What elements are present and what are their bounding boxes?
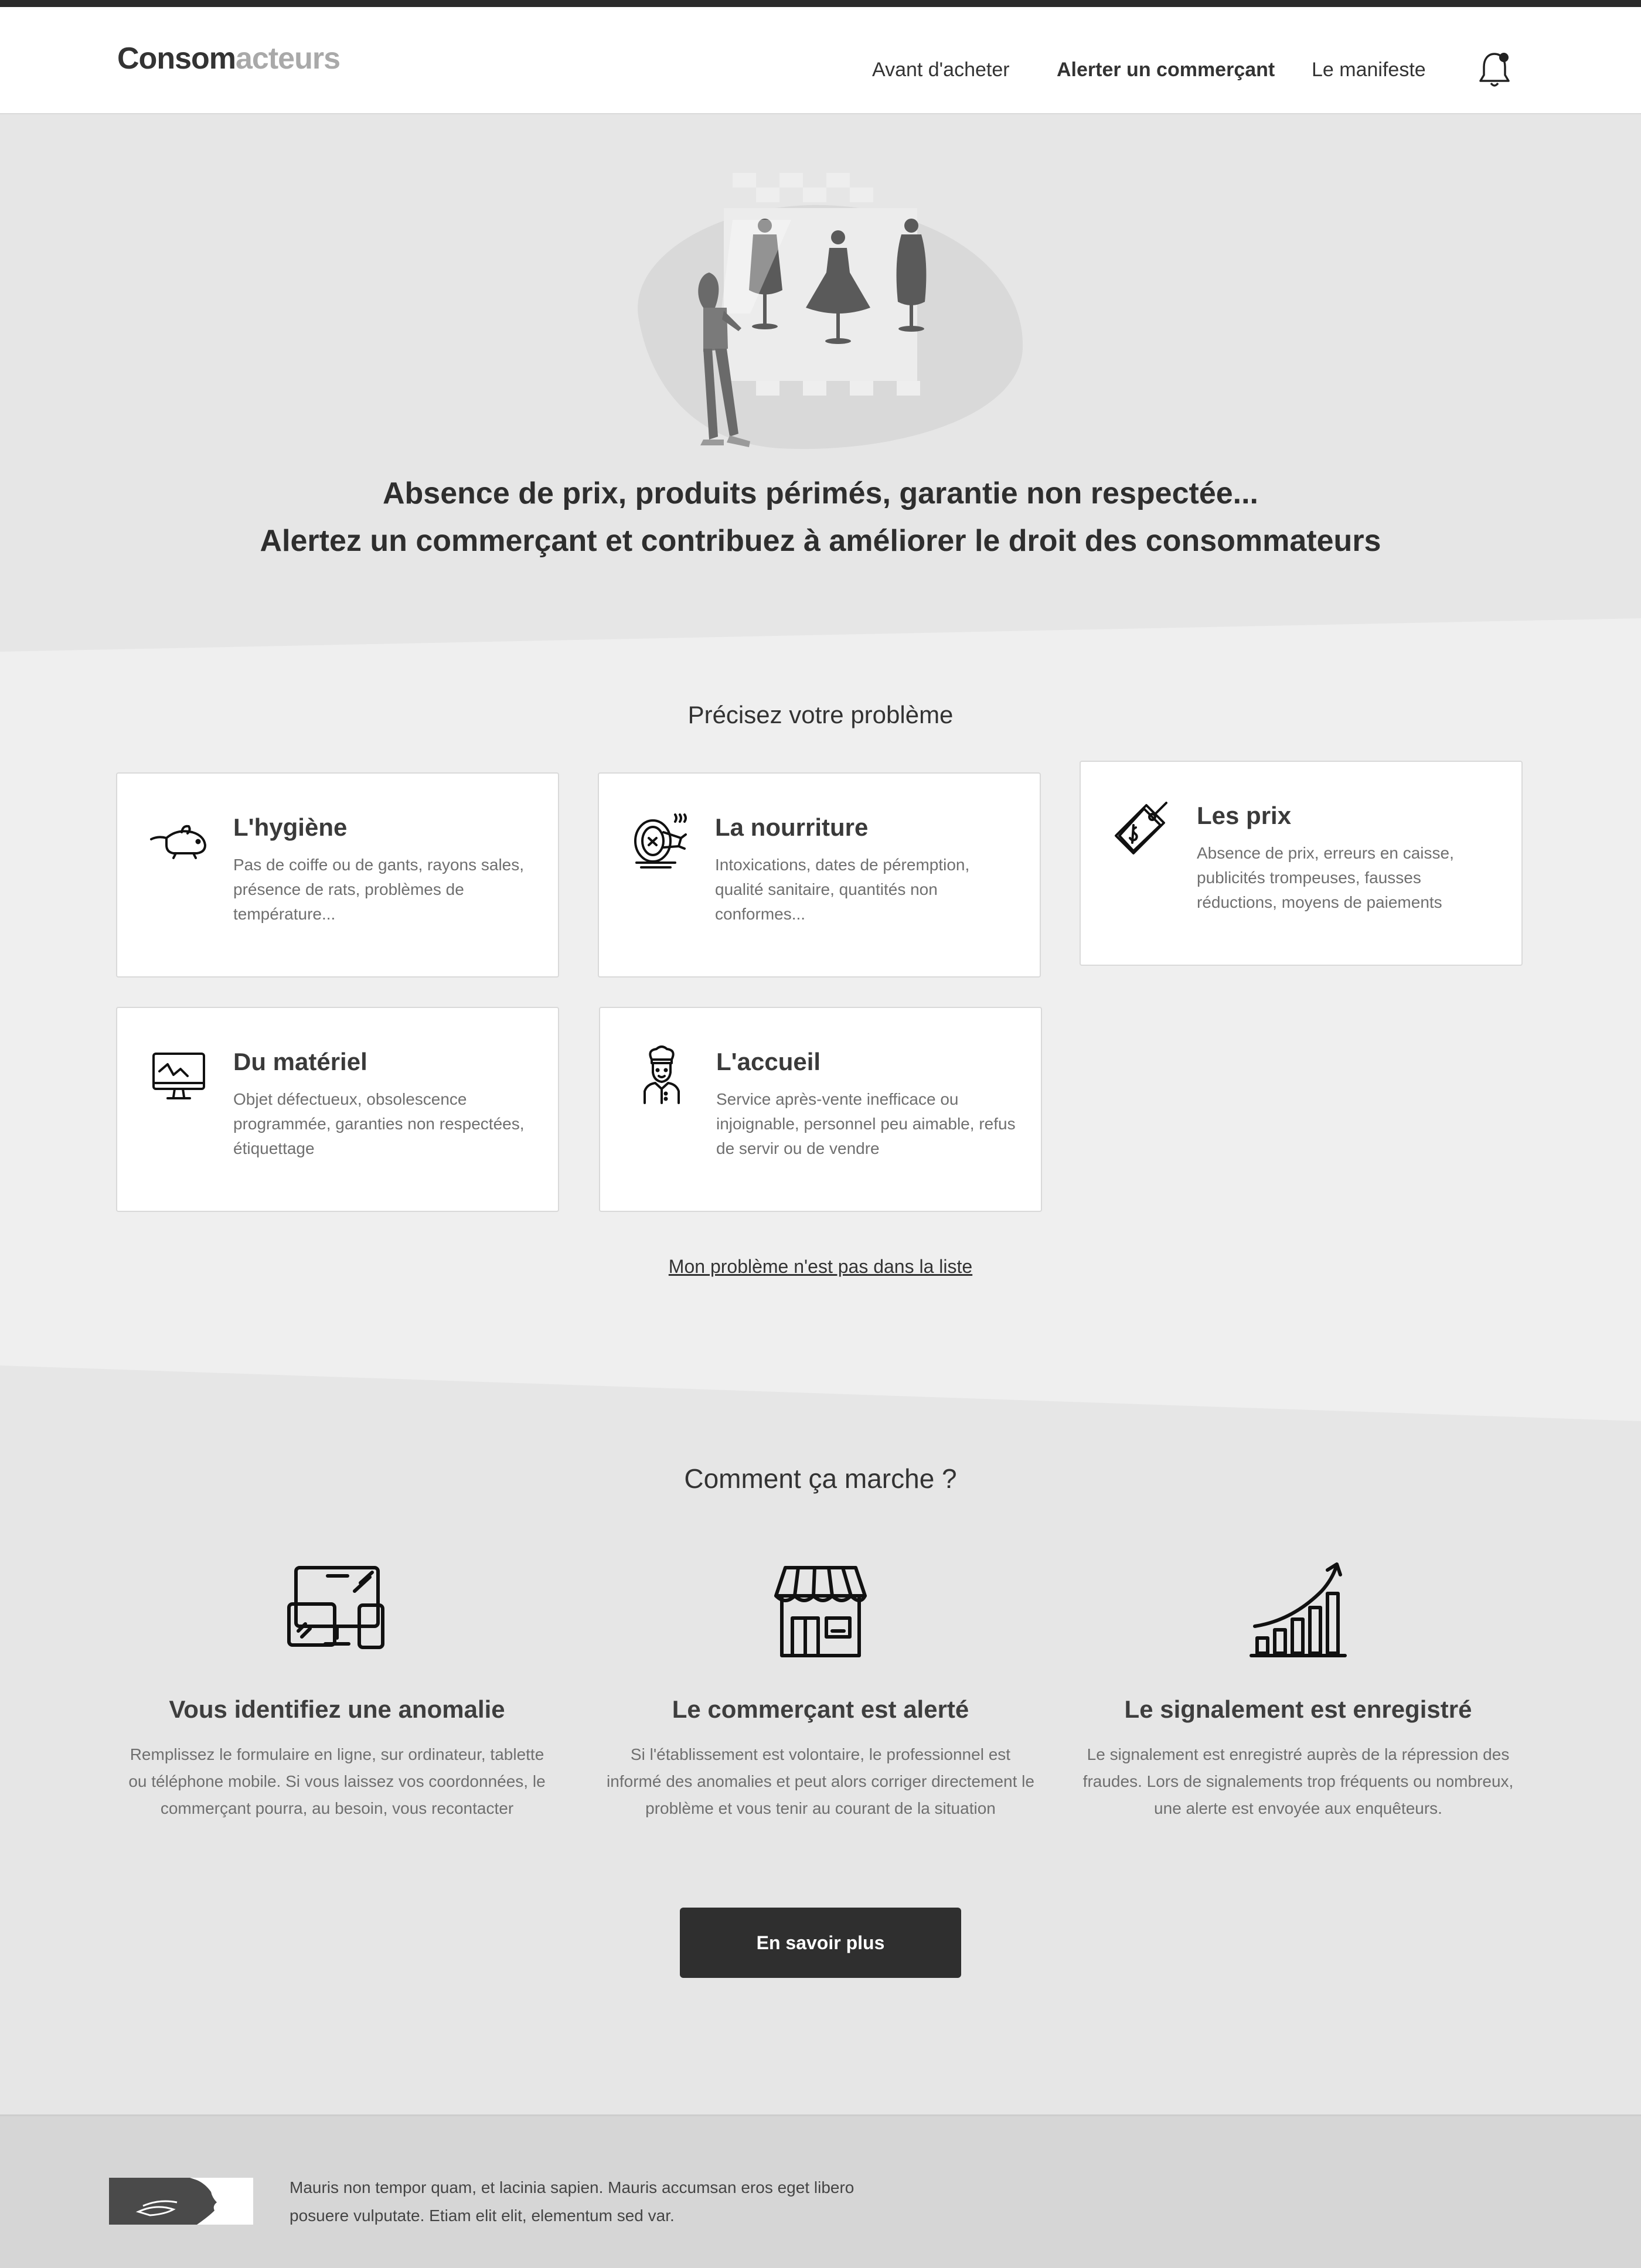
problem-card-nourriture[interactable]: La nourriture Intoxications, dates de pé…: [598, 772, 1041, 978]
problem-not-listed-link[interactable]: Mon problème n'est pas dans la liste: [0, 1256, 1641, 1278]
top-strip: [0, 0, 1641, 7]
how-it-works-title: Comment ça marche ?: [684, 1463, 957, 1494]
card-title: La nourriture: [715, 813, 869, 841]
problem-card-accueil[interactable]: L'accueil Service après-vente inefficace…: [599, 1007, 1042, 1212]
rat-icon: [150, 825, 206, 859]
monitor-icon: [152, 1053, 205, 1099]
step-merchant-alerted: Le commerçant est alerté Si l'établissem…: [598, 1556, 1043, 1822]
problem-card-materiel[interactable]: Du matériel Objet défectueux, obsolescen…: [116, 1007, 559, 1212]
step-title: Vous identifiez une anomalie: [169, 1695, 505, 1723]
hero-title-line1: Absence de prix, produits périmés, garan…: [382, 476, 1258, 510]
site-header: Consomacteurs Avant d'acheter Alerter un…: [0, 7, 1641, 114]
devices-icon: [287, 1566, 384, 1649]
problem-card-prix[interactable]: Les prix Absence de prix, erreurs en cai…: [1080, 761, 1523, 966]
marianne-logo[interactable]: [109, 2178, 253, 2225]
boutique-illustration: [638, 173, 1023, 449]
step-description: Remplissez le formulaire en ligne, sur o…: [128, 1745, 546, 1817]
notification-bell-icon[interactable]: [1477, 49, 1512, 90]
site-logo[interactable]: Consomacteurs: [117, 41, 341, 76]
logo-part-dark: Consom: [117, 42, 236, 76]
step-description: Si l'établissement est volontaire, le pr…: [607, 1745, 1034, 1817]
card-title: L'accueil: [716, 1048, 821, 1075]
card-description: Pas de coiffe ou de gants, rayons sales,…: [233, 856, 525, 923]
site-footer: Mauris non tempor quam, et lacinia sapie…: [0, 2114, 1641, 2268]
chef-icon: [644, 1046, 680, 1104]
step-title: Le signalement est enregistré: [1124, 1695, 1472, 1723]
learn-more-button[interactable]: En savoir plus: [680, 1908, 961, 1978]
problem-card-hygiene[interactable]: L'hygiène Pas de coiffe ou de gants, ray…: [116, 772, 559, 978]
problem-section-title: Précisez votre problème: [687, 701, 954, 728]
card-description: Objet défectueux, obsolescence programmé…: [233, 1090, 525, 1157]
nav-manifeste[interactable]: Le manifeste: [1312, 59, 1426, 81]
card-description: Absence de prix, erreurs en caisse, publ…: [1197, 844, 1454, 911]
shop-icon: [774, 1566, 867, 1657]
card-title: Du matériel: [233, 1048, 367, 1075]
nav-avant-acheter[interactable]: Avant d'acheter: [872, 59, 1010, 81]
hero-title-line2: Alertez un commerçant et contribuez à am…: [260, 524, 1381, 558]
footer-text: Mauris non tempor quam, et lacinia sapie…: [290, 2178, 854, 2225]
step-identify: Vous identifiez une anomalie Remplissez …: [114, 1556, 560, 1822]
price-tag-icon: [1115, 802, 1167, 854]
card-title: Les prix: [1197, 802, 1292, 829]
step-report-recorded: Le signalement est enregistré Le signale…: [1075, 1556, 1521, 1822]
logo-part-light: acteurs: [236, 42, 341, 76]
nav-alerter-commercant[interactable]: Alerter un commerçant: [1057, 59, 1275, 81]
step-title: Le commerçant est alerté: [672, 1695, 969, 1723]
card-description: Service après-vente inefficace ou injoig…: [716, 1090, 1016, 1157]
step-description: Le signalement est enregistré auprès de …: [1082, 1745, 1514, 1817]
growth-chart-icon: [1250, 1562, 1347, 1657]
card-description: Intoxications, dates de péremption, qual…: [715, 856, 970, 923]
food-icon: [634, 813, 687, 869]
card-title: L'hygiène: [233, 813, 348, 841]
